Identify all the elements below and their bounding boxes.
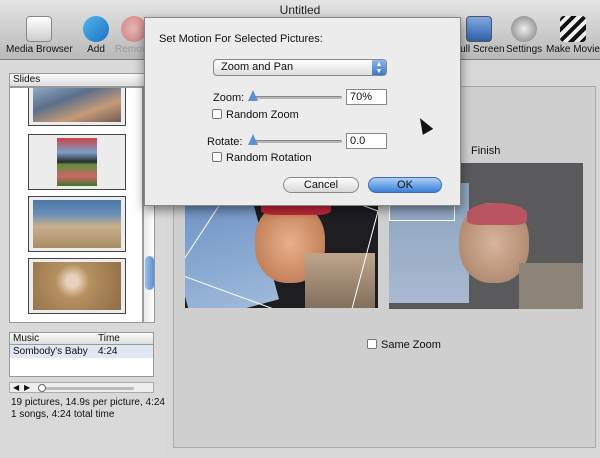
finish-label: Finish — [471, 145, 501, 157]
make-movie-label: Make Movie — [546, 44, 600, 55]
magnifier-icon — [26, 16, 53, 42]
random-rotation-label: Random Rotation — [226, 152, 312, 164]
add-button[interactable]: Add — [83, 16, 109, 55]
scrollbar-thumb[interactable] — [145, 256, 154, 290]
playback-track[interactable] — [44, 387, 134, 390]
zoom-slider-knob[interactable] — [248, 90, 258, 101]
playback-knob[interactable] — [38, 384, 46, 392]
settings-button[interactable]: Settings — [506, 16, 542, 55]
slide-thumbnail[interactable] — [28, 88, 126, 126]
rotate-label: Rotate: — [207, 136, 243, 148]
slide-thumbnail[interactable] — [28, 196, 126, 252]
make-movie-button[interactable]: Make Movie — [546, 16, 600, 55]
ok-button[interactable]: OK — [368, 177, 442, 193]
dialog-title: Set Motion For Selected Pictures: — [159, 33, 323, 45]
motion-type-value: Zoom and Pan — [221, 61, 294, 73]
cancel-button[interactable]: Cancel — [283, 177, 359, 193]
music-row[interactable]: Sombody's Baby 4:24 — [10, 345, 153, 358]
remove-icon — [120, 16, 147, 42]
slideshow-status: 19 pictures, 14.9s per picture, 4:24 — [11, 397, 165, 408]
media-browser-button[interactable]: Media Browser — [6, 16, 73, 55]
random-rotation-checkbox[interactable]: Random Rotation — [212, 152, 312, 164]
checkbox-box[interactable] — [212, 152, 222, 162]
music-list-header: Music Time — [9, 332, 154, 345]
window-title: Untitled — [279, 3, 321, 17]
time-column-header: Time — [98, 333, 120, 344]
random-zoom-label: Random Zoom — [226, 109, 299, 121]
slide-thumbnail[interactable] — [28, 134, 126, 190]
music-status: 1 songs, 4:24 total time — [11, 409, 115, 420]
music-list[interactable]: Sombody's Baby 4:24 — [9, 345, 154, 377]
checkbox-box[interactable] — [212, 109, 222, 119]
song-time: 4:24 — [98, 346, 118, 357]
slides-list[interactable] — [9, 87, 143, 323]
set-motion-dialog: Set Motion For Selected Pictures: Zoom a… — [144, 17, 461, 206]
add-icon — [83, 16, 109, 42]
slides-header: Slides — [9, 73, 150, 87]
audio-player: ◀ ▶ — [9, 382, 154, 393]
rotate-slider[interactable] — [248, 134, 342, 148]
same-zoom-checkbox[interactable]: Same Zoom — [367, 339, 441, 351]
monitor-icon — [466, 16, 493, 42]
sidebar: Slides Music Time Sombody's Baby 4:24 ◀ … — [0, 61, 166, 458]
popup-arrows-icon: ▲ ▼ — [372, 60, 386, 75]
full-screen-label: Full Screen — [454, 44, 505, 55]
zoom-field[interactable]: 70% — [346, 89, 387, 105]
zoom-slider[interactable] — [248, 90, 342, 104]
gear-icon — [511, 16, 538, 42]
rotate-slider-knob[interactable] — [248, 134, 258, 145]
volume-icon[interactable]: ◀ — [13, 383, 19, 392]
motion-type-popup[interactable]: Zoom and Pan ▲ ▼ — [213, 59, 387, 76]
zoom-label: Zoom: — [213, 92, 245, 104]
slide-thumbnail[interactable] — [28, 258, 126, 314]
media-browser-label: Media Browser — [6, 44, 73, 55]
play-icon[interactable]: ▶ — [24, 383, 30, 392]
checkbox-box[interactable] — [367, 339, 377, 349]
song-title: Sombody's Baby — [13, 346, 88, 357]
settings-label: Settings — [506, 44, 543, 55]
add-label: Add — [87, 44, 105, 55]
rotate-field[interactable]: 0.0 — [346, 133, 387, 149]
music-column-header: Music — [13, 333, 40, 344]
random-zoom-checkbox[interactable]: Random Zoom — [212, 109, 299, 121]
full-screen-button[interactable]: Full Screen — [454, 16, 505, 55]
same-zoom-label: Same Zoom — [381, 339, 441, 351]
clapperboard-icon — [559, 16, 586, 42]
